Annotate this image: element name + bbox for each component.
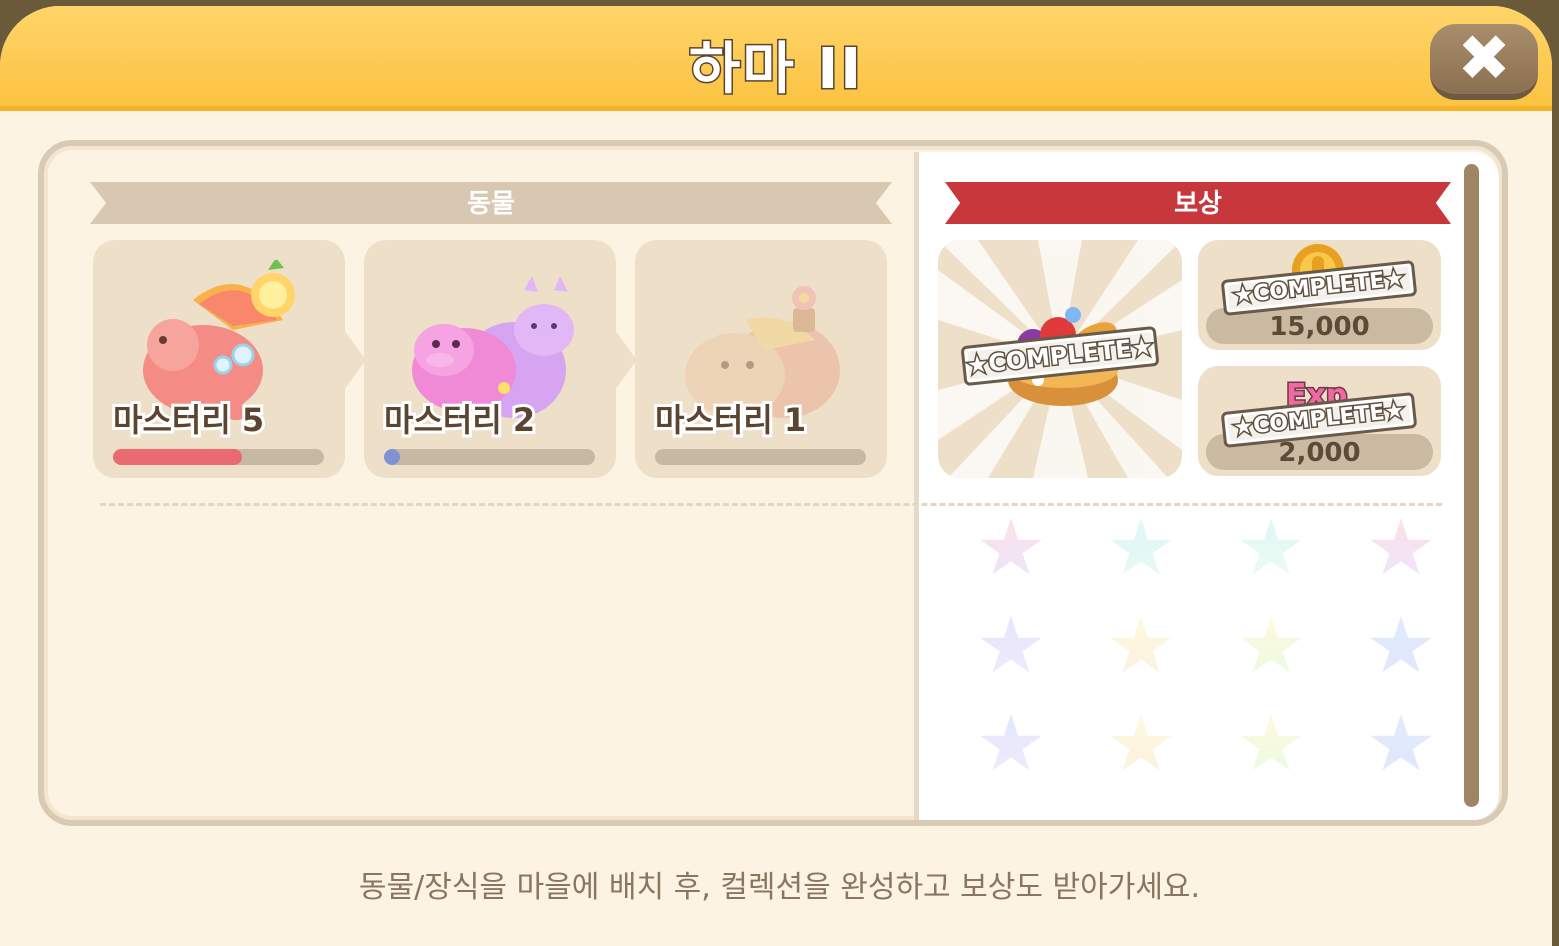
reward-item-coins[interactable]: 15,000 ★COMPLETE★ [1198, 240, 1441, 350]
close-icon: ✖ [1457, 22, 1511, 96]
modal-title: 하마 II [687, 36, 864, 104]
mastery-label: 마스터리 2 [381, 398, 538, 442]
mastery-progress-fill [113, 449, 242, 465]
empty-slot-star-icon [1110, 616, 1172, 673]
mastery-progress-bar [113, 449, 324, 465]
empty-slot-star-icon [1110, 518, 1172, 575]
mastery-progress-fill [384, 449, 400, 465]
modal-header: 하마 II ✖ [0, 6, 1552, 111]
empty-slot-star-icon [1240, 518, 1302, 575]
empty-slot-star-icon [980, 714, 1042, 771]
empty-slot-star-icon [1110, 714, 1172, 771]
close-button[interactable]: ✖ [1430, 22, 1538, 100]
empty-slot-star-icon [980, 518, 1042, 575]
mastery-label: 마스터리 1 [652, 398, 809, 442]
animal-card-grapefruit-hippo[interactable]: 마스터리 5 [93, 240, 345, 478]
mastery-progress-bar [384, 449, 595, 465]
reward-scrollbar[interactable] [1464, 164, 1479, 807]
empty-slot-star-icon [1370, 714, 1432, 771]
mastery-progress-bar [655, 449, 866, 465]
mastery-label: 마스터리 5 [110, 398, 267, 442]
section-divider [100, 503, 1442, 506]
empty-slot-star-icon [1370, 616, 1432, 673]
animal-card-purple-hippo[interactable]: 마스터리 2 [364, 240, 616, 478]
empty-slot-star-icon [1240, 616, 1302, 673]
empty-slot-star-icon [980, 616, 1042, 673]
animal-card-flower-hippo[interactable]: 마스터리 1 [635, 240, 887, 478]
reward-ribbon: 보상 [945, 182, 1451, 224]
empty-slot-star-icon [1240, 714, 1302, 771]
reward-item-exp[interactable]: Exp 2,000 ★COMPLETE★ [1198, 366, 1441, 476]
empty-slot-star-icon [1370, 518, 1432, 575]
footer-hint: 동물/장식을 마을에 배치 후, 컬렉션을 완성하고 보상도 받아가세요. [358, 870, 1201, 905]
reward-item-basket[interactable]: ★COMPLETE★ [938, 240, 1182, 478]
animals-ribbon: 동물 [90, 182, 892, 224]
